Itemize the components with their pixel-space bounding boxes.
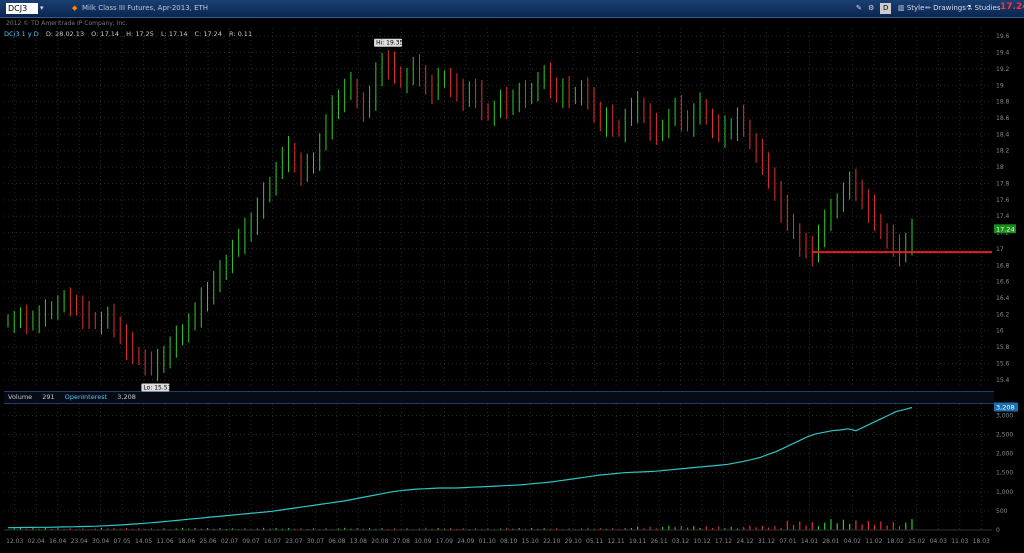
low-annotation: Lo: 15.51: [143, 385, 171, 392]
current-price-label: 17.24: [996, 225, 1015, 233]
price-tick-label: 16.4: [996, 295, 1010, 302]
x-tick-label: 16.04: [49, 538, 66, 545]
x-tick-label: 22.10: [543, 538, 560, 545]
volume-tick-label: 0: [996, 527, 1000, 534]
price-tick-label: 18: [996, 164, 1004, 171]
x-tick-label: 09.07: [242, 538, 259, 545]
x-tick-label: 18.06: [178, 538, 195, 545]
price-tick-label: 17.4: [996, 213, 1010, 220]
x-tick-label: 17.09: [436, 538, 453, 545]
x-tick-label: 04.03: [930, 538, 947, 545]
x-tick-label: 23.04: [71, 538, 88, 545]
x-tick-label: 18.03: [973, 538, 990, 545]
x-tick-label: 23.07: [285, 538, 302, 545]
price-tick-label: 19.6: [996, 33, 1010, 40]
openinterest-line: [7, 406, 913, 529]
openinterest-current-label: 3,208: [996, 404, 1015, 412]
x-tick-label: 11.02: [865, 538, 882, 545]
price-tick-label: 19.4: [996, 50, 1010, 57]
x-tick-label: 13.08: [350, 538, 367, 545]
x-tick-label: 18.02: [887, 538, 904, 545]
price-tick-label: 17.8: [996, 180, 1010, 187]
x-tick-label: 28.01: [822, 538, 839, 545]
x-tick-label: 05.11: [586, 538, 603, 545]
x-tick-label: 12.11: [608, 538, 625, 545]
price-tick-label: 15.8: [996, 344, 1010, 351]
x-tick-label: 17.12: [715, 538, 732, 545]
price-tick-label: 18.2: [996, 148, 1010, 155]
x-tick-label: 30.04: [92, 538, 109, 545]
price-tick-label: 16.6: [996, 279, 1010, 286]
volume-tick-label: 1,500: [996, 470, 1013, 477]
price-tick-label: 19.2: [996, 66, 1010, 73]
x-tick-label: 26.11: [650, 538, 667, 545]
x-tick-label: 31.12: [758, 538, 775, 545]
x-tick-label: 01.10: [479, 538, 496, 545]
volume-tick-label: 1,000: [996, 489, 1013, 496]
x-tick-label: 30.07: [307, 538, 324, 545]
volume-tick-label: 500: [996, 508, 1008, 515]
x-tick-label: 27.08: [393, 538, 410, 545]
volume-tick-label: 2,500: [996, 432, 1013, 439]
volume-tick-label: 3,000: [996, 412, 1013, 419]
x-tick-label: 24.12: [736, 538, 753, 545]
x-tick-label: 19.11: [629, 538, 646, 545]
price-tick-label: 17: [996, 246, 1004, 253]
price-tick-label: 16.8: [996, 262, 1010, 269]
x-tick-label: 20.08: [371, 538, 388, 545]
x-tick-label: 16.07: [264, 538, 281, 545]
x-tick-label: 12.03: [6, 538, 23, 545]
x-tick-label: 24.09: [457, 538, 474, 545]
x-tick-label: 06.08: [328, 538, 345, 545]
x-tick-label: 07.05: [114, 538, 131, 545]
volume-tick-label: 2,000: [996, 451, 1013, 458]
x-tick-label: 08.10: [500, 538, 517, 545]
price-tick-label: 19: [996, 82, 1004, 89]
price-tick-label: 16.2: [996, 311, 1010, 318]
price-tick-label: 15.6: [996, 360, 1010, 367]
x-tick-label: 29.10: [565, 538, 582, 545]
x-tick-label: 15.10: [522, 538, 539, 545]
x-tick-label: 10.12: [693, 538, 710, 545]
x-tick-label: 04.02: [844, 538, 861, 545]
x-tick-label: 14.01: [801, 538, 818, 545]
x-tick-label: 11.03: [951, 538, 968, 545]
x-tick-label: 03.12: [672, 538, 689, 545]
chart-canvas[interactable]: 19.6 19.4 19.2 19 18.8 18.6 18.4 18.2 18 17.8 17.6…: [0, 0, 1024, 553]
x-tick-label: 07.01: [779, 538, 796, 545]
x-tick-label: 14.05: [135, 538, 152, 545]
high-annotation: Hi: 19.35: [376, 40, 403, 47]
x-tick-label: 02.07: [221, 538, 238, 545]
price-tick-label: 18.8: [996, 99, 1010, 106]
price-tick-label: 18.4: [996, 131, 1010, 138]
x-tick-label: 10.09: [414, 538, 431, 545]
price-tick-label: 17.6: [996, 197, 1010, 204]
x-tick-label: 25.06: [199, 538, 216, 545]
x-tick-label: 25.02: [908, 538, 925, 545]
price-tick-label: 16: [996, 328, 1004, 335]
price-tick-label: 15.4: [996, 377, 1010, 384]
x-tick-label: 11.06: [156, 538, 173, 545]
x-tick-label: 02.04: [28, 538, 45, 545]
price-tick-label: 18.6: [996, 115, 1010, 122]
